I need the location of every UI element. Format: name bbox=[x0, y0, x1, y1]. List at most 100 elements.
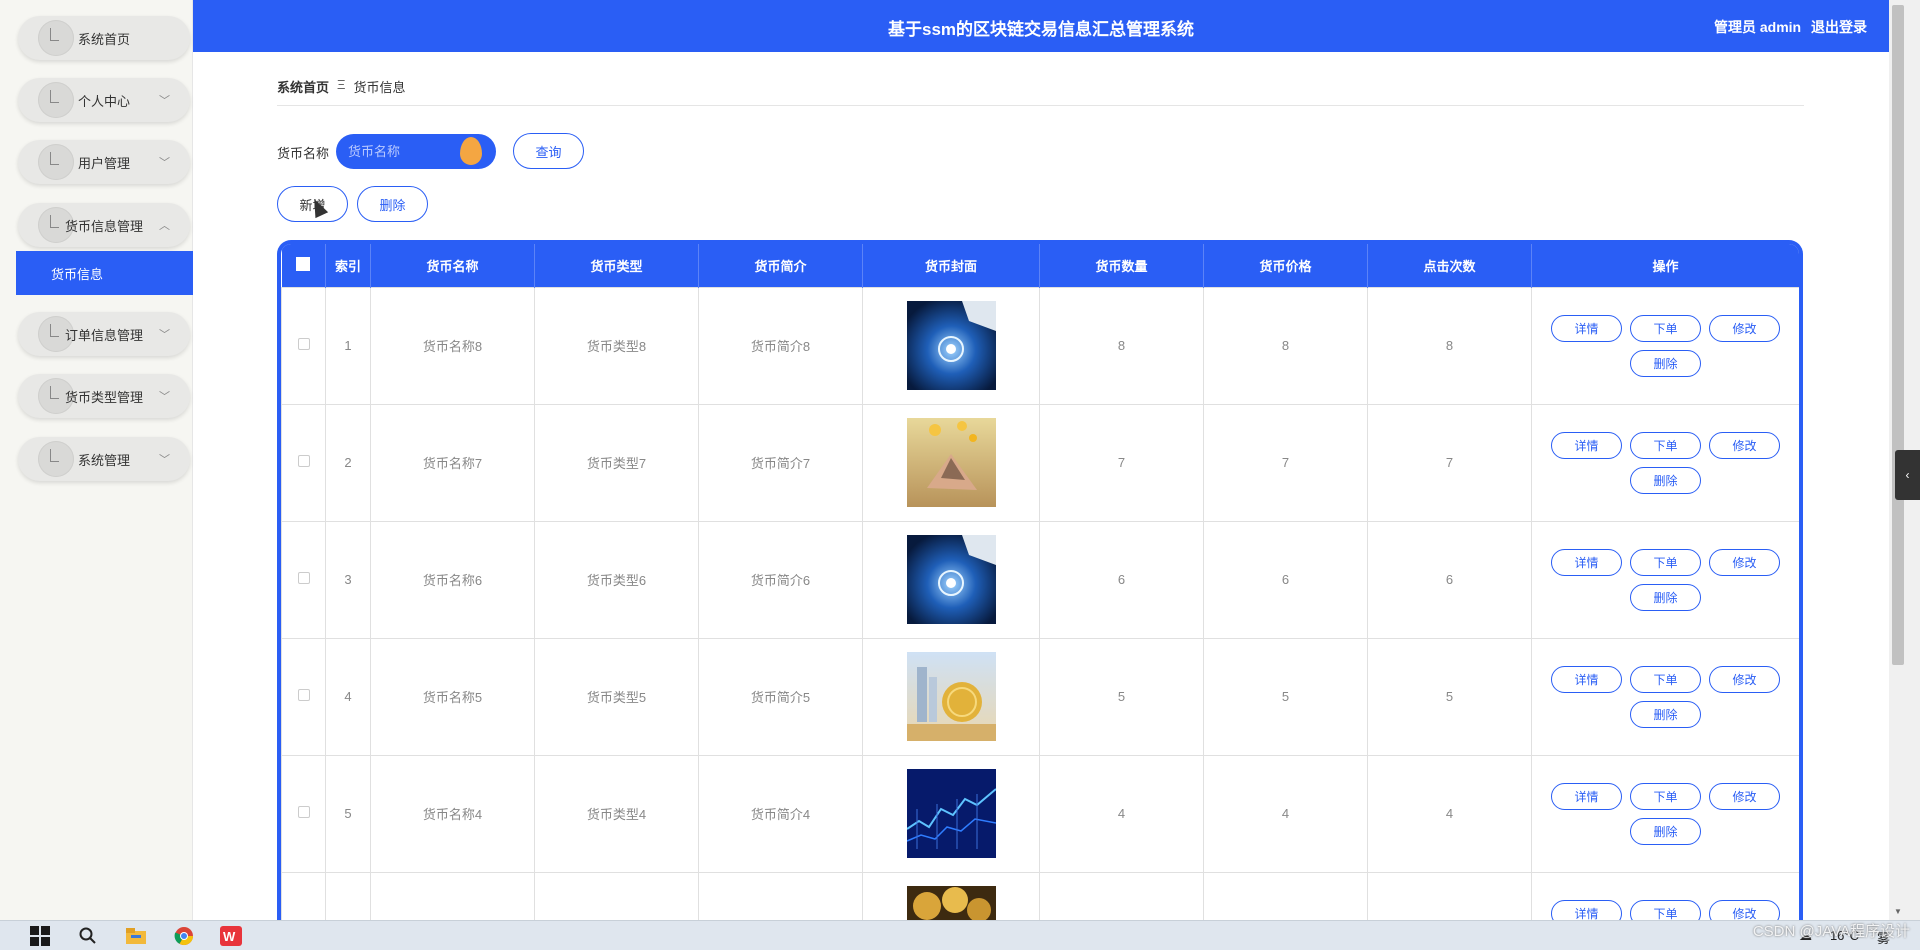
select-all-header[interactable] bbox=[281, 244, 326, 287]
column-header: 货币类型 bbox=[534, 244, 699, 287]
cell-intro: 货币简介6 bbox=[698, 520, 863, 639]
query-button[interactable]: 查询 bbox=[513, 133, 584, 169]
order-button[interactable]: 下单 bbox=[1630, 899, 1701, 920]
cell-intro: 货币简介8 bbox=[698, 286, 863, 405]
row-checkbox[interactable] bbox=[297, 455, 310, 467]
table-body: 1 货币名称8 货币类型8 货币简介8 8 8 8 详情 下单 修改 删除 2 货币名称7 货币类型7 货币… bbox=[281, 286, 1799, 920]
cover-image bbox=[863, 301, 1039, 390]
table-header-row: 索引 货币名称 货币类型 货币简介 货币封面 货币数量 货币价格 点击次数 操作 bbox=[281, 244, 1799, 287]
row-delete-button[interactable]: 删除 bbox=[1630, 583, 1701, 611]
sidebar-item-currency[interactable]: 货币信息管理 ︿ bbox=[18, 203, 190, 247]
cell-price: 4 bbox=[1203, 754, 1368, 873]
row-select-cell[interactable] bbox=[281, 286, 326, 405]
wps-icon[interactable]: W bbox=[220, 926, 242, 946]
order-button[interactable]: 下单 bbox=[1630, 548, 1701, 576]
detail-button[interactable]: 详情 bbox=[1551, 431, 1622, 459]
sidebar-item-system[interactable]: 系统管理 ﹀ bbox=[18, 437, 190, 481]
cell-cover bbox=[862, 403, 1040, 522]
breadcrumb-separator: Ξ bbox=[337, 77, 346, 92]
cell-type: 货币类型8 bbox=[534, 286, 699, 405]
cell-actions: 详情下单修改删除 bbox=[1531, 871, 1799, 920]
detail-button[interactable]: 详情 bbox=[1551, 665, 1622, 693]
row-actions: 详情下单修改删除 bbox=[1532, 548, 1799, 611]
sidebar-subitem-currency-info[interactable]: 货币信息 bbox=[16, 251, 193, 295]
cover-image bbox=[863, 535, 1039, 624]
cell-clicks: 7 bbox=[1367, 403, 1532, 522]
row-select-cell[interactable] bbox=[281, 754, 326, 873]
column-header: 点击次数 bbox=[1367, 244, 1532, 287]
app-title: 基于ssm的区块链交易信息汇总管理系统 bbox=[887, 20, 1195, 39]
order-button[interactable]: 下单 bbox=[1630, 665, 1701, 693]
edit-button[interactable]: 修改 bbox=[1709, 782, 1780, 810]
row-checkbox[interactable] bbox=[297, 806, 310, 818]
row-actions: 详情下单修改删除 bbox=[1532, 782, 1799, 845]
row-checkbox[interactable] bbox=[297, 572, 310, 584]
cell-cover bbox=[862, 286, 1040, 405]
sidebar-item-currency-types[interactable]: 货币类型管理 ﹀ bbox=[18, 374, 190, 418]
windows-start-icon[interactable] bbox=[30, 926, 50, 946]
cell-actions: 详情下单修改删除 bbox=[1531, 754, 1799, 873]
scrollbar-thumb[interactable] bbox=[1892, 5, 1904, 665]
row-delete-button[interactable]: 删除 bbox=[1630, 817, 1701, 845]
breadcrumb-home[interactable]: 系统首页 bbox=[277, 77, 329, 96]
cell-cover bbox=[862, 754, 1040, 873]
detail-button[interactable]: 详情 bbox=[1551, 548, 1622, 576]
edit-button[interactable]: 修改 bbox=[1709, 314, 1780, 342]
cell-actions: 详情下单修改删除 bbox=[1531, 403, 1799, 522]
delete-button[interactable]: 删除 bbox=[357, 186, 428, 222]
order-button[interactable]: 下单 bbox=[1630, 314, 1701, 342]
chevron-down-icon: ﹀ bbox=[159, 454, 170, 466]
sidebar-item-orders[interactable]: 订单信息管理 ﹀ bbox=[18, 312, 190, 356]
cell-cover bbox=[862, 871, 1040, 920]
select-all-checkbox[interactable] bbox=[296, 256, 311, 271]
os-taskbar: W ☁ 16°C 雾 bbox=[0, 920, 1920, 950]
edit-button[interactable]: 修改 bbox=[1709, 899, 1780, 920]
row-select-cell[interactable] bbox=[281, 637, 326, 756]
sidebar-item-label: 系统首页 bbox=[77, 31, 130, 47]
table-row: 1 货币名称8 货币类型8 货币简介8 8 8 8 详情 下单 修改 删除 bbox=[281, 286, 1799, 405]
data-table: 索引 货币名称 货币类型 货币简介 货币封面 货币数量 货币价格 点击次数 操作… bbox=[277, 240, 1803, 920]
chevron-down-icon: ﹀ bbox=[159, 329, 170, 341]
row-checkbox[interactable] bbox=[297, 689, 310, 701]
cell-qty bbox=[1039, 871, 1204, 920]
sidebar-item-users[interactable]: 用户管理 ﹀ bbox=[18, 140, 190, 184]
chrome-icon[interactable] bbox=[174, 926, 194, 946]
cell-qty: 8 bbox=[1039, 286, 1204, 405]
row-delete-button[interactable]: 删除 bbox=[1630, 349, 1701, 377]
edit-button[interactable]: 修改 bbox=[1709, 431, 1780, 459]
row-delete-button[interactable]: 删除 bbox=[1630, 466, 1701, 494]
app-root: 系统首页 个人中心 ﹀ 用户管理 ﹀ 货币信息管理 ︿ 货币信息 订单信息管理 … bbox=[0, 0, 1920, 950]
column-header: 操作 bbox=[1531, 244, 1799, 287]
cell-name: 货币名称5 bbox=[370, 637, 535, 756]
table-row: 4 货币名称5 货币类型5 货币简介5 5 5 5 详情 下单 修改 删除 bbox=[281, 637, 1799, 756]
edit-button[interactable]: 修改 bbox=[1709, 665, 1780, 693]
file-explorer-icon[interactable] bbox=[125, 926, 146, 946]
cell-clicks: 5 bbox=[1367, 637, 1532, 756]
cell-index: 3 bbox=[325, 520, 371, 639]
sidebar-item-profile[interactable]: 个人中心 ﹀ bbox=[18, 78, 190, 122]
detail-button[interactable]: 详情 bbox=[1551, 899, 1622, 920]
row-delete-button[interactable]: 删除 bbox=[1630, 700, 1701, 728]
edit-button[interactable]: 修改 bbox=[1709, 548, 1780, 576]
user-area: 管理员 admin 退出登录 bbox=[1708, 17, 1867, 37]
scroll-down-icon[interactable]: ▼ bbox=[1894, 907, 1902, 916]
row-checkbox[interactable] bbox=[297, 338, 310, 350]
cell-qty: 6 bbox=[1039, 520, 1204, 639]
row-select-cell[interactable] bbox=[281, 403, 326, 522]
logout-link[interactable]: 退出登录 bbox=[1811, 19, 1867, 35]
cell-actions: 详情下单修改删除 bbox=[1531, 286, 1799, 405]
cell-cover bbox=[862, 520, 1040, 639]
search-icon[interactable] bbox=[78, 926, 98, 946]
watermark: CSDN @JAVA程序设计 bbox=[1752, 923, 1910, 940]
detail-button[interactable]: 详情 bbox=[1551, 782, 1622, 810]
sidebar-item-home[interactable]: 系统首页 bbox=[18, 16, 190, 60]
order-button[interactable]: 下单 bbox=[1630, 782, 1701, 810]
detail-button[interactable]: 详情 bbox=[1551, 314, 1622, 342]
collapse-panel-icon[interactable]: ‹ bbox=[1895, 450, 1920, 500]
cell-type: 货币类型5 bbox=[534, 637, 699, 756]
row-select-cell[interactable] bbox=[281, 520, 326, 639]
order-button[interactable]: 下单 bbox=[1630, 431, 1701, 459]
row-select-cell[interactable] bbox=[281, 871, 326, 920]
cell-index: 1 bbox=[325, 286, 371, 405]
cover-image bbox=[863, 418, 1039, 507]
